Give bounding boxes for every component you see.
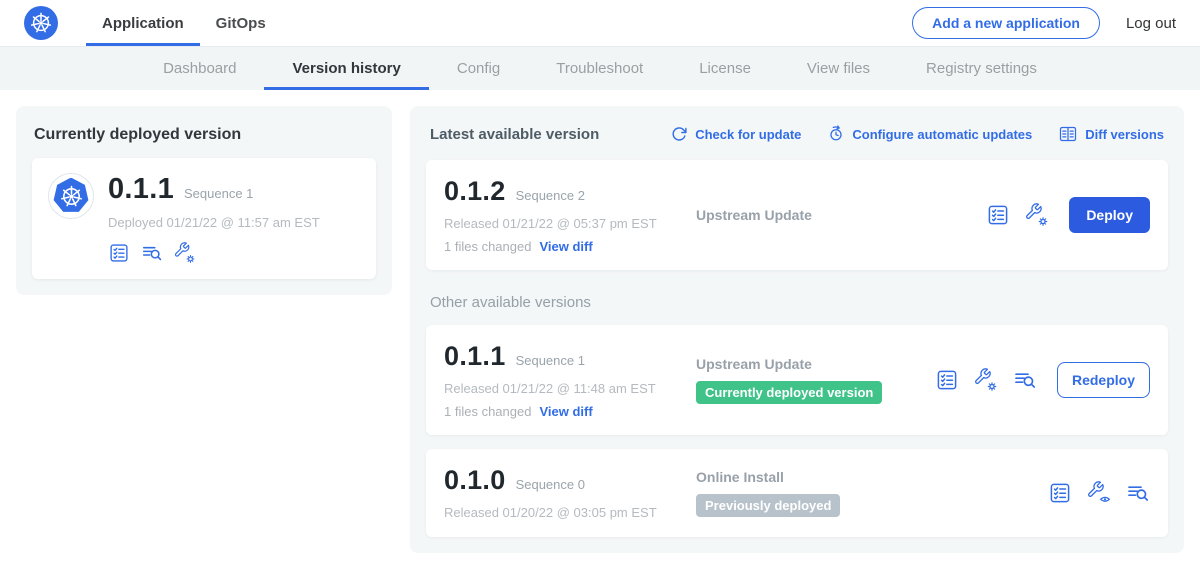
app-logo-icon [48, 173, 94, 219]
deploy-logs-icon[interactable] [1126, 481, 1150, 505]
previously-deployed-badge: Previously deployed [696, 494, 840, 517]
deploy-logs-icon[interactable] [141, 242, 163, 264]
edit-config-icon[interactable] [974, 368, 998, 392]
released-timestamp: Released 01/21/22 @ 05:37 pm EST [444, 216, 696, 231]
diff-icon [1058, 124, 1078, 144]
version-source-label: Online Install [696, 469, 1048, 485]
view-diff-link[interactable]: View diff [539, 404, 592, 419]
version-number: 0.1.0 [444, 465, 506, 496]
app-tabs: Application GitOps [86, 0, 282, 46]
files-changed-label: 1 files changed [444, 404, 531, 419]
other-versions-header: Other available versions [430, 294, 1164, 311]
edit-config-icon[interactable] [174, 242, 196, 264]
version-source-label: Upstream Update [696, 356, 935, 372]
currently-deployed-title: Currently deployed version [34, 126, 374, 144]
kubernetes-logo-icon [24, 6, 58, 40]
version-card-0-1-0: 0.1.0 Sequence 0 Released 01/20/22 @ 03:… [426, 449, 1168, 537]
deploy-button[interactable]: Deploy [1069, 197, 1150, 233]
version-source-label: Upstream Update [696, 207, 986, 223]
released-timestamp: Released 01/21/22 @ 11:48 am EST [444, 381, 696, 396]
diff-versions-link[interactable]: Diff versions [1058, 124, 1164, 144]
files-changed-label: 1 files changed [444, 239, 531, 254]
check-for-update-link[interactable]: Check for update [670, 125, 801, 143]
currently-deployed-badge: Currently deployed version [696, 381, 882, 404]
available-versions-panel: Latest available version Check for updat… [410, 106, 1184, 553]
latest-version-header: Latest available version [430, 126, 599, 143]
preflight-checks-icon[interactable] [1048, 481, 1072, 505]
view-diff-link[interactable]: View diff [539, 239, 592, 254]
preflight-checks-icon[interactable] [935, 368, 959, 392]
version-card-0-1-2: 0.1.2 Sequence 2 Released 01/21/22 @ 05:… [426, 160, 1168, 270]
logout-button[interactable]: Log out [1126, 15, 1176, 32]
view-config-icon[interactable] [1087, 481, 1111, 505]
sequence-label: Sequence 1 [516, 353, 585, 368]
sequence-label: Sequence 0 [516, 477, 585, 492]
tab-dashboard[interactable]: Dashboard [135, 47, 264, 90]
version-history-page: Currently deployed version 0.1.1 Sequenc… [0, 90, 1200, 564]
schedule-icon [827, 125, 845, 143]
tab-application[interactable]: Application [86, 0, 200, 46]
released-timestamp: Released 01/20/22 @ 03:05 pm EST [444, 505, 696, 520]
top-header: Application GitOps Add a new application… [0, 0, 1200, 46]
tab-troubleshoot[interactable]: Troubleshoot [528, 47, 671, 90]
diff-versions-label: Diff versions [1085, 127, 1164, 142]
version-card-0-1-1: 0.1.1 Sequence 1 Released 01/21/22 @ 11:… [426, 325, 1168, 435]
app-subnav: Dashboard Version history Config Trouble… [0, 46, 1200, 90]
configure-automatic-updates-label: Configure automatic updates [852, 127, 1032, 142]
version-number: 0.1.2 [444, 176, 506, 207]
tab-view-files[interactable]: View files [779, 47, 898, 90]
tab-gitops[interactable]: GitOps [200, 0, 282, 46]
preflight-checks-icon[interactable] [986, 203, 1010, 227]
tab-registry-settings[interactable]: Registry settings [898, 47, 1065, 90]
currently-deployed-panel: Currently deployed version 0.1.1 Sequenc… [16, 106, 392, 295]
deployed-version-card: 0.1.1 Sequence 1 Deployed 01/21/22 @ 11:… [32, 158, 376, 279]
version-number: 0.1.1 [444, 341, 506, 372]
deployed-timestamp: Deployed 01/21/22 @ 11:57 am EST [108, 215, 320, 230]
sequence-label: Sequence 2 [516, 188, 585, 203]
add-application-button[interactable]: Add a new application [912, 7, 1100, 39]
tab-license[interactable]: License [671, 47, 779, 90]
tab-version-history[interactable]: Version history [264, 47, 428, 90]
version-number: 0.1.1 [108, 173, 174, 206]
deploy-logs-icon[interactable] [1013, 368, 1037, 392]
tab-config[interactable]: Config [429, 47, 528, 90]
configure-automatic-updates-link[interactable]: Configure automatic updates [827, 125, 1032, 143]
check-for-update-label: Check for update [695, 127, 801, 142]
redeploy-button[interactable]: Redeploy [1057, 362, 1150, 398]
preflight-checks-icon[interactable] [108, 242, 130, 264]
sequence-label: Sequence 1 [184, 186, 253, 201]
edit-config-icon[interactable] [1025, 203, 1049, 227]
refresh-icon [670, 125, 688, 143]
